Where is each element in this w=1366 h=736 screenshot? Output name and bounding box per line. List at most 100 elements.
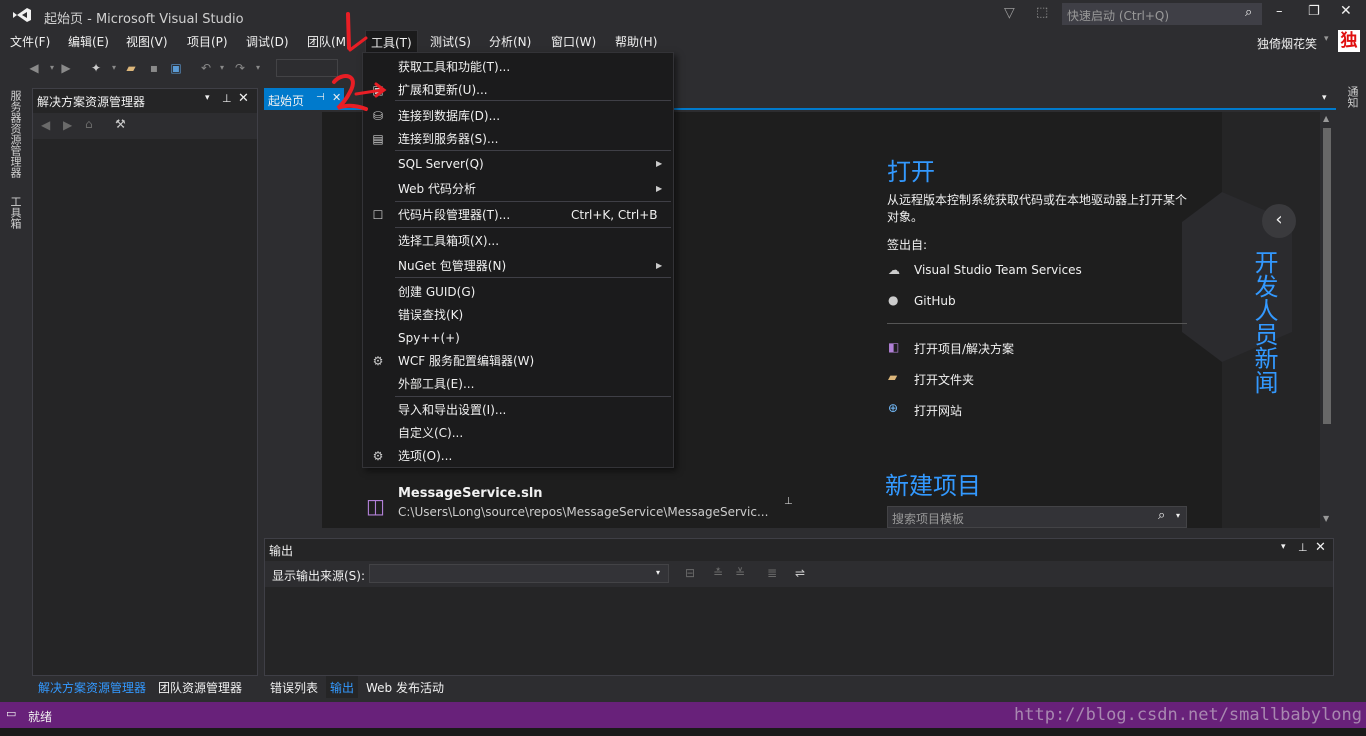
pin-icon[interactable]: ⊥	[1298, 541, 1308, 554]
tab-web-publish[interactable]: Web 发布活动	[366, 679, 444, 696]
menu-edit[interactable]: 编辑(E)	[68, 33, 109, 50]
tab-output[interactable]: 输出	[326, 676, 359, 698]
scroll-down-icon[interactable]: ▼	[1323, 514, 1329, 523]
scroll-up-icon[interactable]: ▲	[1323, 114, 1329, 123]
scrollbar-thumb[interactable]	[1323, 128, 1331, 424]
output-title: 输出	[269, 544, 294, 558]
tools-menu-item[interactable]: ☐ 代码片段管理器(T)... Ctrl+K, Ctrl+B	[363, 204, 673, 227]
new-project-icon[interactable]: ✦	[88, 60, 104, 76]
tools-menu-item[interactable]: 创建 GUID(G)	[363, 281, 673, 304]
server-explorer-tab[interactable]: 服务器资源管理器	[9, 90, 23, 178]
clear-all-icon[interactable]: ≣	[767, 566, 777, 580]
menu-view[interactable]: 视图(V)	[126, 33, 168, 50]
previous-message-icon[interactable]: ≛	[713, 566, 723, 580]
panel-menu-icon[interactable]: ▾	[205, 93, 210, 103]
status-text: 就绪	[28, 710, 53, 724]
notifications-tab[interactable]: 通知	[1338, 86, 1360, 126]
vertical-scrollbar[interactable]: ▲ ▼	[1320, 112, 1334, 528]
open-heading: 打开	[887, 158, 935, 186]
tools-menu-item[interactable]: ▣ 扩展和更新(U)...	[363, 79, 673, 102]
undo-icon[interactable]: ↶	[198, 60, 214, 76]
search-templates-input[interactable]: 搜索项目模板 ⌕ ▾	[887, 506, 1187, 528]
find-message-icon[interactable]: ⊟	[685, 566, 695, 580]
menu-test[interactable]: 测试(S)	[430, 33, 471, 50]
menu-debug[interactable]: 调试(D)	[246, 33, 289, 50]
tools-menu-item[interactable]: NuGet 包管理器(N) ▶	[363, 255, 673, 278]
tools-menu-item[interactable]: 自定义(C)...	[363, 422, 673, 445]
open-website-link[interactable]: 打开网站	[914, 402, 962, 419]
search-icon[interactable]: ⌕	[1158, 508, 1165, 523]
save-icon[interactable]: ▪	[146, 60, 162, 76]
maximize-button[interactable]: ❐	[1308, 4, 1320, 19]
word-wrap-icon[interactable]: ⇌	[795, 566, 805, 580]
close-panel-icon[interactable]: ✕	[1315, 540, 1326, 555]
minimize-button[interactable]: –	[1276, 4, 1283, 19]
save-all-icon[interactable]: ▣	[168, 60, 184, 76]
collapse-news-button[interactable]: ‹	[1262, 204, 1296, 238]
user-name[interactable]: 独倚烟花笑	[1257, 35, 1317, 52]
tab-team-explorer[interactable]: 团队资源管理器	[158, 679, 242, 696]
wcf-icon: ⚙	[372, 354, 384, 368]
wrench-icon[interactable]: ⚒	[115, 117, 126, 131]
quick-launch-box[interactable]: 快速启动 (Ctrl+Q) ⌕	[1062, 3, 1262, 25]
menu-separator	[395, 201, 671, 202]
menu-project[interactable]: 项目(P)	[187, 33, 228, 50]
tab-overflow-icon[interactable]: ▾	[1322, 93, 1327, 103]
recent-project-path: C:\Users\Long\source\repos\MessageServic…	[398, 505, 769, 519]
pin-icon[interactable]: ⊥	[222, 92, 232, 105]
taskbar-edge	[0, 728, 1366, 736]
solution-explorer-title: 解决方案资源管理器	[37, 95, 146, 109]
vsts-link[interactable]: Visual Studio Team Services	[914, 263, 1082, 277]
github-link[interactable]: GitHub	[914, 294, 956, 308]
pin-recent-icon[interactable]: ⊥	[784, 496, 793, 507]
search-dropdown-icon[interactable]: ▾	[1176, 511, 1180, 520]
back-icon[interactable]: ◀	[26, 60, 42, 76]
back-icon[interactable]: ◀	[41, 118, 50, 132]
panel-menu-icon[interactable]: ▾	[1281, 542, 1286, 552]
tools-menu-item[interactable]: 外部工具(E)...	[363, 373, 673, 396]
window-title: 起始页 - Microsoft Visual Studio	[44, 12, 244, 27]
select-dropdown-icon[interactable]: ▾	[656, 568, 660, 577]
next-message-icon[interactable]: ≚	[735, 566, 745, 580]
redo-icon[interactable]: ↷	[232, 60, 248, 76]
close-panel-icon[interactable]: ✕	[238, 91, 249, 106]
open-project-link[interactable]: 打开项目/解决方案	[914, 340, 1014, 357]
tools-menu-item[interactable]: SQL Server(Q) ▶	[363, 153, 673, 176]
avatar[interactable]: 独	[1338, 30, 1360, 52]
output-source-select[interactable]: ▾	[369, 564, 669, 583]
red-annotations	[332, 12, 387, 111]
recent-project-name[interactable]: MessageService.sln	[398, 486, 543, 501]
tab-error-list[interactable]: 错误列表	[270, 679, 318, 696]
toolbox-tab[interactable]: 工具箱	[9, 196, 23, 229]
user-dropdown-icon[interactable]: ▾	[1324, 34, 1329, 44]
new-dropdown-icon[interactable]: ▾	[106, 60, 122, 76]
tab-solution-explorer[interactable]: 解决方案资源管理器	[38, 679, 146, 696]
open-folder-link[interactable]: 打开文件夹	[914, 371, 974, 388]
tools-menu-item[interactable]: 获取工具和功能(T)...	[363, 56, 673, 79]
redo-dropdown-icon[interactable]: ▾	[250, 60, 266, 76]
menu-file[interactable]: 文件(F)	[10, 33, 50, 50]
tools-menu-item[interactable]: 选择工具箱项(X)...	[363, 230, 673, 253]
menu-window[interactable]: 窗口(W)	[551, 33, 596, 50]
feedback-icon[interactable]: ⬚	[1036, 5, 1048, 20]
filter-icon[interactable]: ▽	[1004, 5, 1015, 21]
tools-menu-item[interactable]: ⛁ 连接到数据库(D)...	[363, 105, 673, 128]
tools-menu-item[interactable]: 导入和导出设置(I)...	[363, 399, 673, 422]
open-file-icon[interactable]: ▰	[123, 60, 139, 76]
search-icon[interactable]: ⌕	[1245, 5, 1252, 20]
forward-icon[interactable]: ▶	[63, 118, 72, 132]
home-icon[interactable]: ⌂	[85, 117, 93, 131]
tools-menu-item[interactable]: 错误查找(K)	[363, 304, 673, 327]
tools-menu-item-label: 导入和导出设置(I)...	[398, 403, 507, 417]
tools-menu-item[interactable]: Spy++(+)	[363, 327, 673, 350]
undo-dropdown-icon[interactable]: ▾	[214, 60, 230, 76]
tools-menu-item[interactable]: Web 代码分析 ▶	[363, 178, 673, 201]
close-window-button[interactable]: ✕	[1340, 3, 1352, 19]
menu-help[interactable]: 帮助(H)	[615, 33, 657, 50]
tools-menu-item-label: 外部工具(E)...	[398, 377, 475, 391]
forward-icon[interactable]: ▶	[58, 60, 74, 76]
tools-menu-item[interactable]: ⚙ WCF 服务配置编辑器(W)	[363, 350, 673, 373]
menu-analyze[interactable]: 分析(N)	[489, 33, 531, 50]
tools-menu-item[interactable]: ⚙ 选项(O)...	[363, 445, 673, 468]
tools-menu-item[interactable]: ▤ 连接到服务器(S)...	[363, 128, 673, 151]
